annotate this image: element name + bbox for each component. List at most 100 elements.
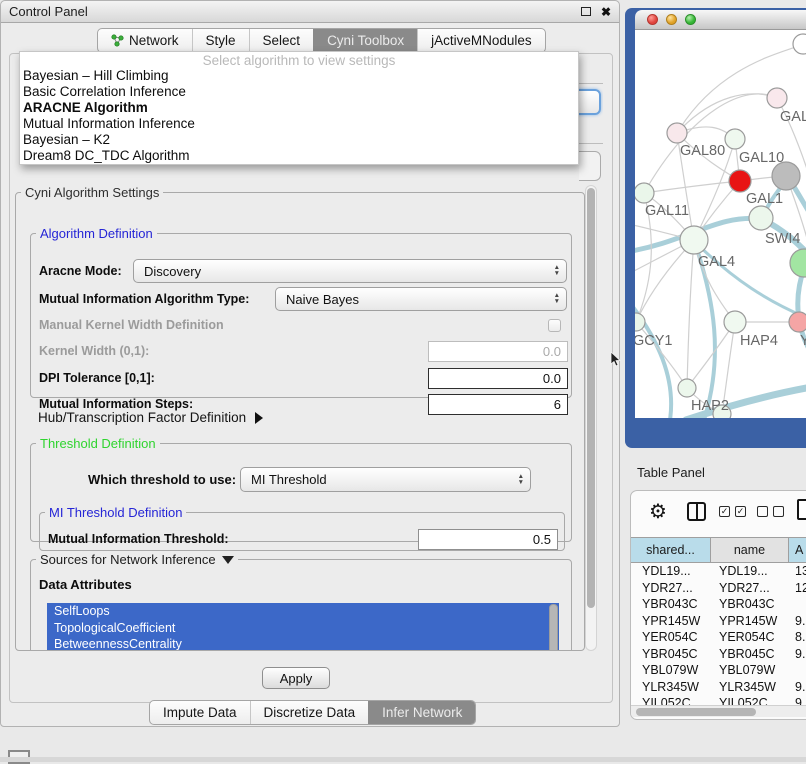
network-node[interactable] — [790, 249, 806, 277]
kernel-width-row: Kernel Width (0,1): 0.0 — [31, 340, 571, 362]
zoom-traffic-light-icon[interactable] — [685, 14, 696, 25]
manual-kernel-checkbox[interactable] — [548, 319, 561, 332]
mi-type-select[interactable]: Naive Bayes ▲▼ — [275, 287, 567, 311]
network-canvas[interactable]: GALGAL80GAL10GAL1GAL11SWI4GAL4GCY1HAP4YH… — [635, 30, 806, 418]
table-row[interactable]: YDR27... YDR27... 12 — [631, 580, 806, 597]
table-row[interactable]: YER054C YER054C 8. — [631, 629, 806, 646]
table-header-row: shared... name A — [631, 537, 806, 563]
tab-style[interactable]: Style — [192, 29, 249, 52]
gear-icon[interactable]: ⚙ — [649, 501, 667, 523]
document-icon[interactable] — [797, 499, 806, 520]
cell-value: 13 — [789, 564, 806, 578]
table-row[interactable]: YLR345W YLR345W 9. — [631, 679, 806, 696]
checked-checkbox-icon[interactable]: ✓ — [719, 506, 730, 517]
tab-select[interactable]: Select — [249, 29, 314, 52]
tab-cyni-toolbox[interactable]: Cyni Toolbox — [313, 29, 417, 52]
table-row[interactable]: YBR043C YBR043C — [631, 596, 806, 613]
close-icon[interactable]: ✖ — [601, 5, 611, 19]
combo-sliver[interactable] — [579, 151, 601, 181]
network-node[interactable] — [635, 313, 645, 331]
dropdown-item-dream8[interactable]: Dream8 DC_TDC Algorithm — [20, 148, 578, 164]
column-header-shared-name[interactable]: shared... — [631, 538, 711, 562]
close-traffic-light-icon[interactable] — [647, 14, 658, 25]
table-horizontal-scrollbar[interactable] — [631, 705, 806, 717]
attribute-list-item[interactable]: SelfLoops — [47, 603, 559, 620]
network-graph[interactable]: GALGAL80GAL10GAL1GAL11SWI4GAL4GCY1HAP4YH… — [635, 30, 806, 418]
settings-vertical-scrollbar[interactable] — [585, 185, 597, 651]
mi-steps-field[interactable]: 6 — [428, 394, 568, 415]
network-node[interactable] — [793, 34, 806, 54]
network-node[interactable] — [772, 162, 800, 190]
unchecked-checkbox-icon[interactable] — [773, 506, 784, 517]
kernel-width-field[interactable]: 0.0 — [428, 341, 568, 362]
dropdown-item-bayesian-k2[interactable]: Bayesian – K2 — [20, 132, 578, 148]
focused-combo-sliver[interactable] — [579, 89, 601, 115]
which-threshold-select[interactable]: MI Threshold ▲▼ — [240, 467, 531, 492]
network-node[interactable] — [729, 170, 751, 192]
network-node[interactable] — [667, 123, 687, 143]
chevron-right-icon — [255, 412, 263, 424]
table-row[interactable]: YBL079W YBL079W — [631, 662, 806, 679]
aracne-mode-select[interactable]: Discovery ▲▼ — [133, 259, 567, 283]
network-edge[interactable] — [644, 181, 740, 193]
apply-button[interactable]: Apply — [262, 667, 330, 689]
tab-jactivemnodules[interactable]: jActiveMNodules — [417, 29, 545, 52]
network-node[interactable] — [749, 206, 773, 230]
dropdown-item-mutual-information[interactable]: Mutual Information Inference — [20, 116, 578, 132]
network-node[interactable] — [725, 129, 745, 149]
network-node[interactable] — [680, 226, 708, 254]
cell-name: YDL19... — [711, 564, 789, 578]
scrollbar-thumb[interactable] — [587, 188, 595, 608]
cell-shared-name: YBL079W — [631, 663, 711, 677]
scrollbar-thumb[interactable] — [636, 708, 756, 716]
network-node[interactable] — [635, 183, 654, 203]
columns-icon[interactable] — [687, 502, 706, 521]
mouse-cursor — [610, 352, 622, 368]
tab-network[interactable]: Network — [98, 29, 192, 52]
checked-checkbox-icon[interactable]: ✓ — [735, 506, 746, 517]
kernel-width-label: Kernel Width (0,1): — [39, 344, 149, 358]
stepper-icon: ▲▼ — [554, 288, 560, 310]
dpi-tolerance-row: DPI Tolerance [0,1]: 0.0 — [31, 367, 571, 389]
dropdown-item-bayesian-hill-climbing[interactable]: Bayesian – Hill Climbing — [20, 68, 578, 84]
minimize-traffic-light-icon[interactable] — [666, 14, 677, 25]
table-body: YDL19... YDL19... 13 YDR27... YDR27... 1… — [631, 563, 806, 712]
tab-discretize-data[interactable]: Discretize Data — [250, 701, 369, 724]
tab-impute-data-label: Impute Data — [163, 701, 237, 724]
attribute-list-item[interactable]: BetweennessCentrality — [47, 636, 559, 651]
table-row[interactable]: YDL19... YDL19... 13 — [631, 563, 806, 580]
network-node[interactable] — [678, 379, 696, 397]
attribute-list-item[interactable]: TopologicalCoefficient — [47, 620, 559, 637]
table-row[interactable]: YPR145W YPR145W 9. — [631, 613, 806, 630]
algorithm-dropdown-list: Select algorithm to view settings Bayesi… — [19, 51, 579, 165]
dropdown-item-basic-correlation[interactable]: Basic Correlation Inference — [20, 84, 578, 100]
network-node-label: HAP4 — [740, 333, 778, 349]
network-node[interactable] — [767, 88, 787, 108]
network-node[interactable] — [724, 311, 746, 333]
dpi-tolerance-label: DPI Tolerance [0,1]: — [39, 371, 155, 385]
sources-title[interactable]: Sources for Network Inference — [36, 552, 238, 567]
threshold-definition-title: Threshold Definition — [36, 436, 160, 451]
dpi-tolerance-field[interactable]: 0.0 — [428, 368, 568, 389]
column-header-partial[interactable]: A — [789, 538, 806, 562]
tab-impute-data[interactable]: Impute Data — [150, 701, 250, 724]
network-edge[interactable] — [677, 94, 777, 133]
cell-name: YPR145W — [711, 614, 789, 628]
network-edge[interactable] — [636, 240, 694, 322]
network-edge[interactable] — [687, 240, 694, 388]
network-node[interactable] — [789, 312, 806, 332]
unchecked-checkbox-icon[interactable] — [757, 506, 768, 517]
table-row[interactable]: YBR045C YBR045C 9. — [631, 646, 806, 663]
screen: { "colors": { "selection_blue": "#3c68c8… — [0, 0, 806, 762]
network-edge[interactable] — [687, 322, 735, 388]
hub-definition-toggle[interactable]: Hub/Transcription Factor Definition — [38, 410, 263, 425]
column-header-name[interactable]: name — [711, 538, 789, 562]
float-panel-icon[interactable] — [581, 7, 591, 16]
dropdown-item-aracne[interactable]: ARACNE Algorithm — [20, 100, 578, 116]
cell-name: YDR27... — [711, 581, 789, 595]
mi-threshold-field[interactable]: 0.5 — [418, 529, 558, 550]
list-scrollbar[interactable] — [549, 604, 558, 651]
mi-threshold-row: Mutual Information Threshold: 0.5 — [40, 528, 564, 550]
tab-infer-network[interactable]: Infer Network — [368, 701, 475, 724]
cell-name: YBL079W — [711, 663, 789, 677]
